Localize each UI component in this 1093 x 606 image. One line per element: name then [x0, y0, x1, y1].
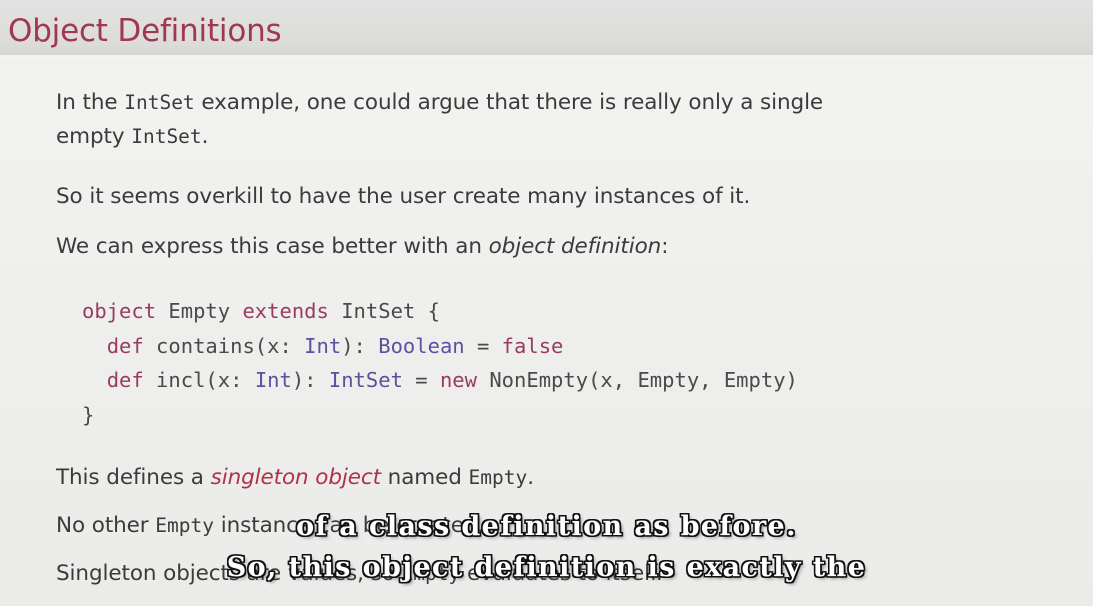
text-run: So it seems overkill to have the user cr… — [56, 184, 751, 209]
rich-text-run: Singleton objects are values, so Empty e… — [56, 561, 663, 586]
code-token: ): — [291, 368, 329, 392]
code-token: = — [402, 368, 440, 392]
text-run: Empty — [468, 466, 528, 489]
rich-text-run: This defines a singleton object named Em… — [56, 465, 534, 490]
paragraph-2: So it seems overkill to have the user cr… — [56, 180, 750, 214]
rich-text-run: In the IntSet example, one could argue t… — [56, 90, 823, 149]
text-run: IntSet — [131, 125, 202, 148]
text-run: No other — [56, 513, 156, 538]
code-token: object — [82, 299, 157, 323]
code-token: new — [439, 368, 477, 392]
text-run: evaluates to itself. — [460, 561, 663, 586]
text-run: named — [380, 465, 469, 490]
text-run: singleton object — [210, 465, 381, 490]
code-token: IntSet { — [328, 299, 440, 323]
rich-text-run: So it seems overkill to have the user cr… — [56, 184, 750, 209]
text-run: object definition — [488, 234, 662, 259]
text-run: Empty — [401, 562, 461, 585]
code-token: Empty — [156, 299, 243, 323]
slide-header-bar: Object Definitions — [0, 0, 1093, 58]
paragraph-5: No other Empty instance can be created. — [56, 509, 484, 543]
code-token: extends — [242, 299, 329, 323]
slide-canvas: Object Definitions In the IntSet example… — [0, 0, 1093, 606]
text-run: : — [661, 234, 669, 259]
code-token: def — [106, 368, 144, 392]
code-token: def — [106, 333, 144, 358]
text-run: Empty — [155, 514, 214, 537]
code-token: IntSet — [328, 368, 403, 392]
text-run: . — [527, 465, 534, 490]
text-run: IntSet — [124, 91, 195, 114]
text-run: In the — [56, 90, 125, 115]
code-token: = — [464, 333, 502, 358]
code-token: NonEmpty(x, Empty, Empty) — [477, 368, 798, 392]
code-token: incl(x: — [143, 368, 255, 392]
paragraph-1: In the IntSet example, one could argue t… — [56, 86, 826, 154]
rich-text-run: We can express this case better with an … — [56, 234, 668, 259]
code-token: Int — [254, 368, 292, 392]
text-run: We can express this case better with an — [56, 234, 489, 259]
code-line: def incl(x: Int): IntSet = new NonEmpty(… — [82, 363, 798, 398]
text-run: . — [201, 124, 209, 149]
text-run: This defines a — [56, 465, 211, 490]
page-title: Object Definitions — [8, 13, 282, 49]
code-line: } — [82, 398, 798, 433]
code-line: def contains(x: Int): Boolean = false — [82, 329, 798, 364]
code-token: false — [501, 333, 564, 358]
code-token: contains(x: — [143, 333, 305, 358]
text-run: Singleton objects are values, so — [56, 561, 402, 586]
code-token: ): — [341, 333, 379, 358]
rich-text-run: No other Empty instance can be created. — [56, 513, 484, 538]
text-run: instance can be created. — [214, 513, 485, 538]
paragraph-6: Singleton objects are values, so Empty e… — [56, 557, 663, 591]
paragraph-4: This defines a singleton object named Em… — [56, 461, 534, 495]
code-token: } — [82, 402, 95, 427]
code-block: object Empty extends IntSet { def contai… — [82, 294, 798, 432]
code-token: Int — [304, 333, 342, 358]
code-line: object Empty extends IntSet { — [82, 294, 798, 329]
paragraph-3: We can express this case better with an … — [56, 230, 668, 264]
code-token: Boolean — [378, 333, 465, 358]
